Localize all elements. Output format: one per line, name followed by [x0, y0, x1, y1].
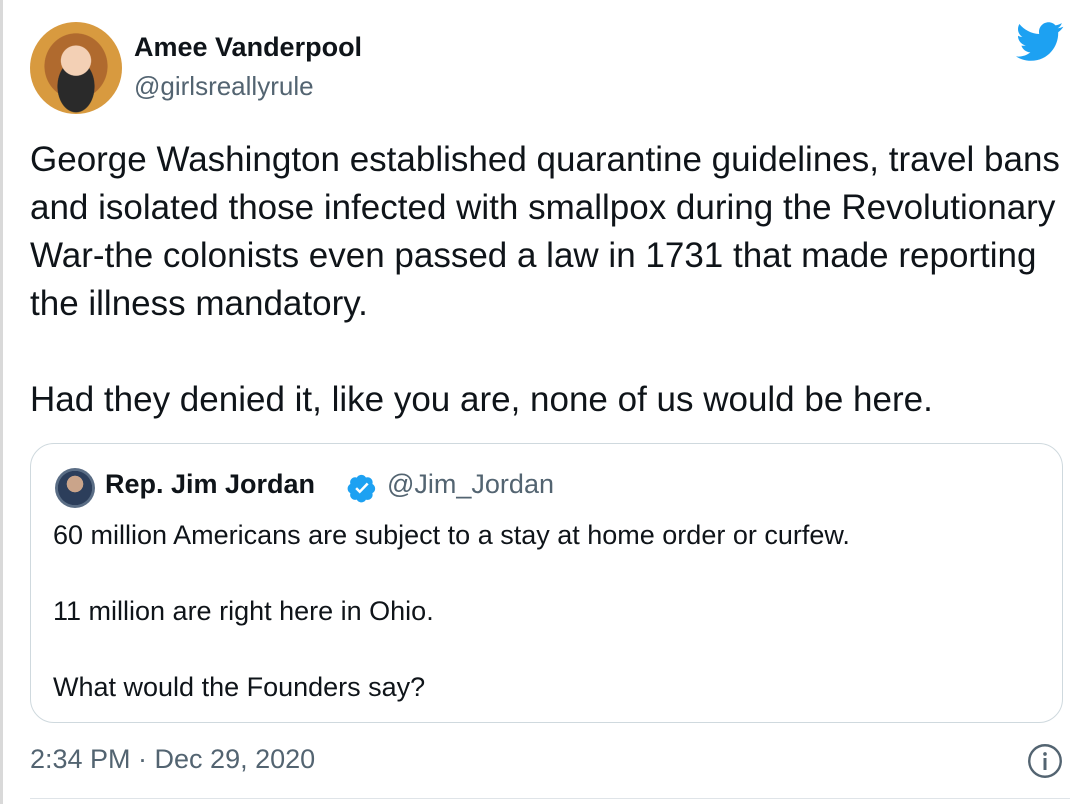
quoted-author-avatar — [55, 468, 95, 508]
bottom-divider — [30, 798, 1070, 799]
info-icon[interactable] — [1027, 743, 1063, 779]
quoted-tweet-card[interactable]: Rep. Jim Jordan @Jim_Jordan 60 million A… — [30, 443, 1063, 723]
author-display-name[interactable]: Amee Vanderpool — [134, 32, 362, 63]
author-avatar[interactable] — [30, 22, 122, 114]
quoted-author-display-name: Rep. Jim Jordan — [105, 469, 316, 499]
quoted-author-handle: @Jim_Jordan — [387, 469, 554, 499]
left-border — [0, 0, 3, 804]
twitter-bird-icon[interactable] — [1016, 22, 1064, 62]
quoted-tweet-text: 60 million Americans are subject to a st… — [53, 520, 850, 702]
tweet-timestamp[interactable]: 2:34 PM · Dec 29, 2020 — [30, 744, 315, 775]
verified-badge-icon — [347, 474, 376, 503]
tweet-text: George Washington established quarantine… — [30, 140, 1060, 419]
author-handle[interactable]: @girlsreallyrule — [134, 71, 314, 102]
